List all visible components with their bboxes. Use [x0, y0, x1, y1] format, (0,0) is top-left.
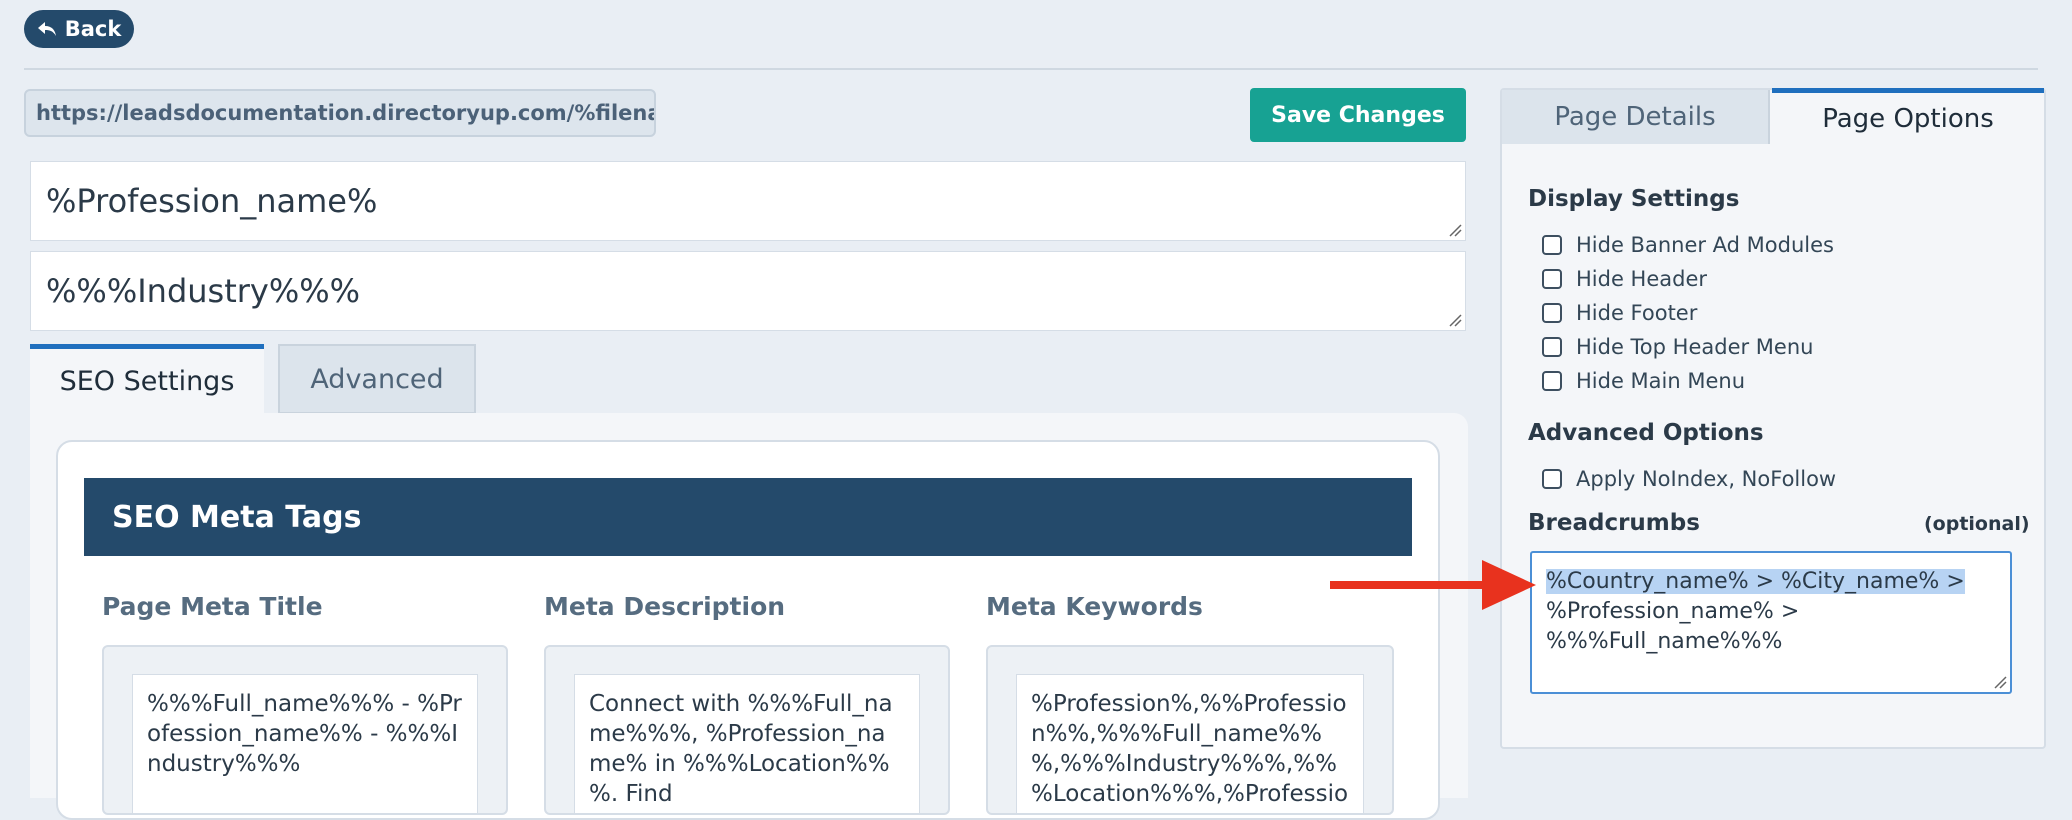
- profession-name-field[interactable]: %Profession_name%: [30, 161, 1466, 241]
- meta-title-label: Page Meta Title: [102, 592, 323, 621]
- industry-field[interactable]: %%%Industry%%%: [30, 251, 1466, 331]
- meta-description-input[interactable]: Connect with %%%Full_name%%%, %Professio…: [574, 674, 920, 814]
- display-settings-heading: Display Settings: [1528, 186, 1740, 212]
- meta-description-label: Meta Description: [544, 592, 786, 621]
- hide-top-header-menu-checkbox[interactable]: [1542, 337, 1562, 357]
- checkbox-row-hide-footer[interactable]: Hide Footer: [1542, 298, 1697, 328]
- back-button[interactable]: Back: [24, 10, 134, 48]
- hide-footer-checkbox[interactable]: [1542, 303, 1562, 323]
- resize-grip-icon[interactable]: [1993, 675, 2007, 689]
- checkbox-row-hide-banner-ad-modules[interactable]: Hide Banner Ad Modules: [1542, 230, 1834, 260]
- optional-label: (optional): [1924, 513, 2030, 535]
- back-label: Back: [64, 17, 122, 41]
- checkbox-label: Hide Top Header Menu: [1576, 335, 1814, 359]
- checkbox-row-hide-top-header-menu[interactable]: Hide Top Header Menu: [1542, 332, 1813, 362]
- hide-main-menu-checkbox[interactable]: [1542, 371, 1562, 391]
- apply-noindex-nofollow-checkbox[interactable]: [1542, 469, 1562, 489]
- breadcrumbs-line-2: %Profession_name% >: [1546, 599, 1800, 624]
- hide-banner-ad-modules-checkbox[interactable]: [1542, 235, 1562, 255]
- save-changes-button[interactable]: Save Changes: [1250, 88, 1466, 142]
- advanced-options-heading: Advanced Options: [1528, 420, 1764, 446]
- meta-title-input[interactable]: %%%Full_name%%% - %Profession_name%% - %…: [132, 674, 478, 814]
- tab-advanced[interactable]: Advanced: [278, 344, 476, 414]
- tab-page-options[interactable]: Page Options: [1772, 88, 2044, 144]
- checkbox-label: Hide Header: [1576, 267, 1708, 291]
- page-url: https://leadsdocumentation.directoryup.c…: [24, 89, 656, 137]
- breadcrumbs-line-3: %%%Full_name%%%: [1546, 629, 1783, 654]
- checkbox-row-hide-main-menu[interactable]: Hide Main Menu: [1542, 366, 1745, 396]
- top-divider: [24, 68, 2038, 70]
- checkbox-label: Hide Banner Ad Modules: [1576, 233, 1834, 257]
- hide-header-checkbox[interactable]: [1542, 269, 1562, 289]
- seo-meta-header: SEO Meta Tags: [84, 478, 1412, 556]
- meta-keywords-label: Meta Keywords: [986, 592, 1203, 621]
- profession-name-value: %Profession_name%: [46, 182, 378, 220]
- checkbox-label: Apply NoIndex, NoFollow: [1576, 467, 1837, 491]
- reply-arrow-icon: [37, 22, 56, 36]
- resize-grip-icon[interactable]: [1448, 313, 1462, 327]
- checkbox-row-apply-noindex-nofollow[interactable]: Apply NoIndex, NoFollow: [1542, 464, 1836, 494]
- breadcrumbs-heading: Breadcrumbs: [1528, 510, 1700, 536]
- industry-value: %%%Industry%%%: [46, 272, 361, 310]
- checkbox-label: Hide Main Menu: [1576, 369, 1746, 393]
- meta-keywords-input[interactable]: %Profession%,%%Profession%%,%%%Full_name…: [1016, 674, 1364, 814]
- checkbox-row-hide-header[interactable]: Hide Header: [1542, 264, 1707, 294]
- resize-grip-icon[interactable]: [1448, 223, 1462, 237]
- tab-page-details[interactable]: Page Details: [1502, 90, 1770, 144]
- breadcrumbs-textarea[interactable]: %Country_name% > %City_name% > %Professi…: [1530, 551, 2012, 694]
- checkbox-label: Hide Footer: [1576, 301, 1698, 325]
- breadcrumbs-line-1: %Country_name% > %City_name% >: [1546, 569, 1965, 594]
- tab-seo-settings[interactable]: SEO Settings: [30, 344, 264, 414]
- red-arrow-icon: [1330, 560, 1536, 610]
